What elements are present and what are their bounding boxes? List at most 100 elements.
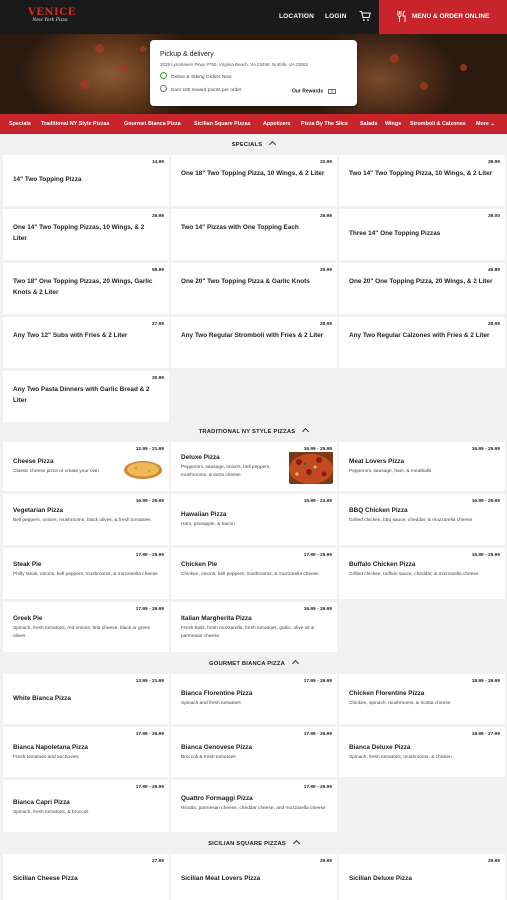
menu-item-card[interactable]: 16.99 - 25.99 Meat Lovers Pizza Pepperon… bbox=[339, 442, 505, 491]
menu-item-card[interactable]: 32.99 One 18" Two Topping Pizza, 10 Wings… bbox=[171, 155, 337, 206]
menu-item-card[interactable]: 26.99 One 14" Two Topping Pizzas, 10 Wing… bbox=[3, 209, 169, 260]
item-description: Spinach, fresh tomatoes, mushrooms, & ch… bbox=[349, 755, 452, 760]
menu-item-card[interactable]: 28.99 Any Two Regular Calzones with Fries… bbox=[339, 317, 505, 368]
menu-item-card[interactable]: 17.99 - 26.99 Bianca Napoletana Pizza Fr… bbox=[3, 727, 169, 777]
item-price: 26.99 bbox=[151, 214, 164, 219]
menu-item-card[interactable]: 17.99 - 25.99 Chicken Pie Chicken, onion… bbox=[171, 548, 337, 599]
section-header-specials[interactable]: SPECIALS bbox=[0, 136, 507, 152]
menu-item-card[interactable]: 26.99 Two 14" Pizzas with One Topping Eac… bbox=[171, 209, 337, 260]
item-price: 14.99 bbox=[151, 160, 164, 165]
our-rewards-label: Our Rewards bbox=[292, 88, 324, 95]
item-name: Deluxe Pizza bbox=[181, 454, 220, 461]
menu-item-card[interactable]: 18.99 - 27.99 Bianca Deluxe Pizza Spinac… bbox=[339, 727, 505, 777]
menu-item-card[interactable]: 29.99 Sicilian Meat Lovers Pizza bbox=[171, 854, 337, 900]
menu-item-card[interactable]: 16.99 - 25.99 Vegetarian Pizza Bell pepp… bbox=[3, 494, 169, 545]
menu-item-card[interactable]: 28.99 Any Two Regular Stromboli with Frie… bbox=[171, 317, 337, 368]
item-price: 16.99 - 25.99 bbox=[135, 499, 164, 504]
logo-text: VENICE bbox=[28, 7, 76, 18]
section-header-sicilian[interactable]: SICILIAN SQUARE PIZZAS bbox=[0, 835, 507, 851]
category-tab-stromboli[interactable]: Stromboli & Calzones bbox=[410, 121, 466, 127]
menu-item-card[interactable]: 12.99 - 21.99 Cheese Pizza Classic chees… bbox=[3, 442, 169, 491]
item-description: Pepperoni, sausage, onions, bell peppers… bbox=[181, 465, 271, 478]
item-name: Sicilian Meat Lovers Pizza bbox=[181, 875, 261, 882]
menu-item-card[interactable]: 16.99 - 25.99 Buffalo Chicken Pizza Gril… bbox=[339, 548, 505, 599]
item-name: Chicken Pie bbox=[181, 561, 218, 568]
item-price: 27.99 bbox=[151, 322, 164, 327]
category-tab-appetizers[interactable]: Appetizers bbox=[263, 121, 291, 127]
item-name: One 20" One Topping Pizza, 20 Wings, & 2… bbox=[349, 278, 493, 285]
item-description: Spinach, fresh tomatoes, & broccoli bbox=[13, 810, 89, 815]
item-name: Any Two Regular Calzones with Fries & 2 … bbox=[349, 332, 490, 339]
item-description: Spinach, fresh tomatoes, red onions, fet… bbox=[13, 626, 151, 639]
item-name: Sicilian Deluxe Pizza bbox=[349, 875, 412, 882]
menu-order-online-button[interactable]: MENU & ORDER ONLINE bbox=[379, 0, 507, 34]
item-description: Fresh tomatoes and anchovies bbox=[13, 755, 79, 760]
item-name: Bianca Genovese Pizza bbox=[181, 744, 253, 751]
menu-item-card[interactable]: 15.99 - 24.99 Hawaiian Pizza Ham, pineap… bbox=[171, 494, 337, 545]
menu-item-card[interactable]: 39.99 Two 14" Two Topping Pizza, 10 Wings… bbox=[339, 155, 505, 206]
menu-item-card[interactable]: 17.99 - 26.99 Quattro Formaggi Pizza Ric… bbox=[171, 780, 337, 832]
menu-item-card[interactable]: 58.99 Two 18" One Topping Pizzas, 20 Wing… bbox=[3, 263, 169, 314]
section-title: GOURMET BIANCA PIZZA bbox=[209, 661, 285, 667]
section-header-gourmet[interactable]: GOURMET BIANCA PIZZA bbox=[0, 655, 507, 671]
category-tab-sicilian[interactable]: Sicilian Square Pizzas bbox=[194, 121, 251, 127]
category-tab-specials[interactable]: Specials bbox=[9, 121, 31, 127]
item-description: Fresh basil, fresh mozzarella, fresh tom… bbox=[181, 626, 315, 639]
item-name: Meat Lovers Pizza bbox=[349, 458, 405, 465]
menu-item-card[interactable]: 17.99 - 26.99 Bianca Capri Pizza Spinach… bbox=[3, 780, 169, 832]
category-tab-wings[interactable]: Wings bbox=[385, 121, 401, 127]
menu-item-card[interactable]: 17.99 - 26.99 Bianca Florentine Pizza Sp… bbox=[171, 674, 337, 724]
item-price: 25.99 bbox=[319, 268, 332, 273]
reward-points-row: Earn 100 reward points per order bbox=[160, 85, 242, 93]
category-tab-salads[interactable]: Salads bbox=[360, 121, 377, 127]
item-price: 15.99 - 24.99 bbox=[303, 499, 332, 504]
section-title: SICILIAN SQUARE PIZZAS bbox=[208, 841, 286, 847]
menu-item-card[interactable]: 16.99 - 26.99 Italian Margherita Pizza F… bbox=[171, 602, 337, 652]
item-price: 32.99 bbox=[319, 160, 332, 165]
item-price: 28.99 bbox=[319, 322, 332, 327]
menu-item-card[interactable]: 27.99 Any Two 12" Subs with Fries & 2 Lit… bbox=[3, 317, 169, 368]
cart-icon[interactable] bbox=[359, 10, 371, 22]
pickup-address: 2029 Lynnhaven Pkwy #750, Virginia Beach… bbox=[160, 62, 308, 67]
item-name: One 18" Two Topping Pizza, 10 Wings, & 2… bbox=[181, 170, 325, 177]
gift-icon bbox=[327, 89, 336, 94]
section-header-traditional[interactable]: TRADITIONAL NY STYLE PIZZAS bbox=[0, 423, 507, 439]
item-description: Bell peppers, onions, mushrooms, black o… bbox=[13, 518, 151, 523]
section-title: TRADITIONAL NY STYLE PIZZAS bbox=[198, 429, 296, 435]
login-link[interactable]: LOGIN bbox=[325, 13, 347, 20]
item-name: White Bianca Pizza bbox=[13, 695, 71, 702]
item-name: Bianca Florentine Pizza bbox=[181, 690, 253, 697]
category-tab-gourmet[interactable]: Gourmet Bianca Pizza bbox=[124, 121, 181, 127]
menu-item-card[interactable]: 29.99 Sicilian Deluxe Pizza bbox=[339, 854, 505, 900]
menu-item-card[interactable]: 27.99 Sicilian Cheese Pizza bbox=[3, 854, 169, 900]
menu-item-card[interactable]: 13.99 - 21.99 White Bianca Pizza bbox=[3, 674, 169, 724]
category-tab-traditional[interactable]: Traditional NY Style Pizzas bbox=[41, 121, 110, 127]
item-price: 26.99 bbox=[319, 214, 332, 219]
menu-item-card[interactable]: 30.99 Any Two Pasta Dinners with Garlic B… bbox=[3, 371, 169, 422]
menu-item-card[interactable]: 18.99 - 26.99 Chicken Florentine Pizza C… bbox=[339, 674, 505, 724]
item-name: Chicken Florentine Pizza bbox=[349, 690, 425, 697]
menu-item-card[interactable]: 39.00 Three 14" One Topping Pizzas bbox=[339, 209, 505, 260]
item-price: 16.99 - 25.99 bbox=[471, 447, 500, 452]
pickup-title: Pickup & delivery bbox=[160, 51, 214, 58]
menu-item-card[interactable]: 16.99 - 25.99 BBQ Chicken Pizza Grilled … bbox=[339, 494, 505, 545]
item-name: Hawaiian Pizza bbox=[181, 511, 227, 518]
item-description: Grilled chicken, bbq sauce, cheddar, & m… bbox=[349, 518, 473, 523]
menu-item-card[interactable]: 14.99 14" Two Topping Pizza bbox=[3, 155, 169, 206]
our-rewards-link[interactable]: Our Rewards bbox=[292, 88, 336, 94]
category-tab-slice[interactable]: Pizza By The Slice bbox=[301, 121, 348, 127]
item-price: 18.99 - 26.99 bbox=[471, 679, 500, 684]
pickup-delivery-card: Pickup & delivery 2029 Lynnhaven Pkwy #7… bbox=[150, 40, 357, 106]
menu-item-card[interactable]: 17.99 - 26.99 Bianca Genovese Pizza Broc… bbox=[171, 727, 337, 777]
reward-points-text: Earn 100 reward points per order bbox=[171, 87, 242, 93]
venice-logo[interactable]: VENICE New York Pizza bbox=[28, 7, 76, 24]
menu-item-card[interactable]: 17.99 - 25.99 Steak Pie Philly steak, on… bbox=[3, 548, 169, 599]
item-name: Quattro Formaggi Pizza bbox=[181, 795, 253, 802]
menu-item-card[interactable]: 17.99 - 26.99 Greek Pie Spinach, fresh t… bbox=[3, 602, 169, 652]
online-status-row: Online & Taking Orders Now bbox=[160, 72, 231, 80]
menu-item-card[interactable]: 45.89 One 20" One Topping Pizza, 20 Wings… bbox=[339, 263, 505, 314]
location-link[interactable]: LOCATION bbox=[279, 13, 314, 20]
menu-item-card[interactable]: 25.99 One 20" Two Topping Pizza & Garlic … bbox=[171, 263, 337, 314]
menu-item-card[interactable]: 16.99 - 25.99 Deluxe Pizza Pepperoni, sa… bbox=[171, 442, 337, 491]
category-more-dropdown[interactable]: More ⌄ bbox=[476, 121, 495, 127]
